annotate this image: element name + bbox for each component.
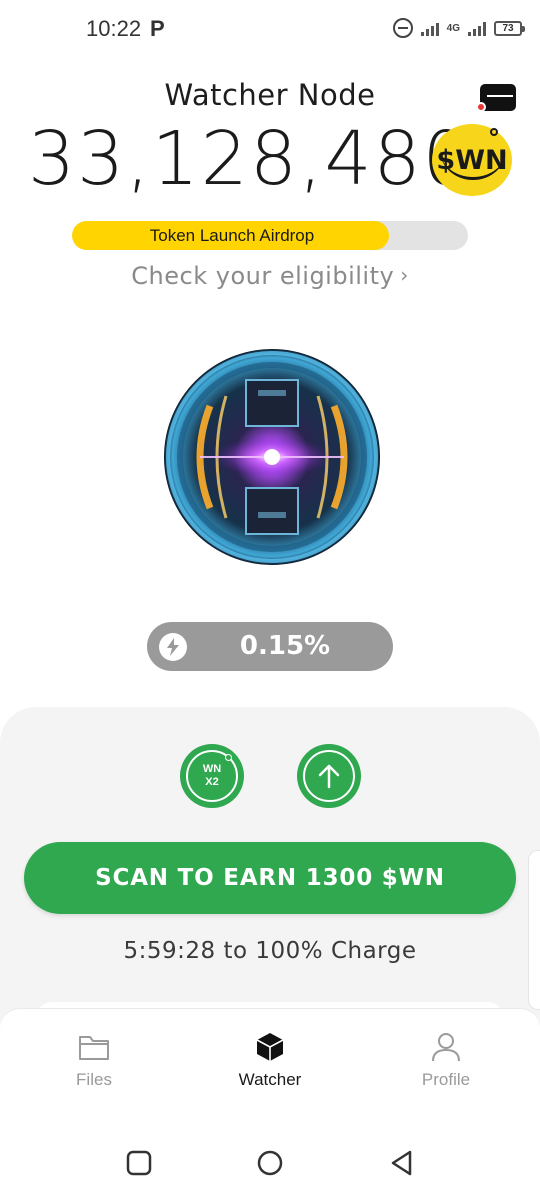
recents-icon[interactable]: [125, 1149, 153, 1177]
signal-icon-2: [468, 20, 486, 36]
coin-dot: [490, 128, 498, 136]
check-eligibility-link[interactable]: Check your eligibility ›: [0, 262, 540, 290]
charge-percent: 0.15%: [239, 631, 331, 661]
cube-icon: [210, 1030, 330, 1064]
upgrade-button[interactable]: [297, 744, 361, 808]
multiplier-label-top: WN: [202, 763, 222, 775]
back-icon[interactable]: [388, 1149, 416, 1177]
status-bar: 10:22 P 4G 73: [0, 0, 540, 62]
side-drawer-handle[interactable]: [528, 850, 540, 1010]
page-title: Watcher Node: [164, 78, 376, 112]
notification-dot: [476, 102, 486, 112]
user-icon: [386, 1030, 506, 1064]
nav-item-watcher[interactable]: Watcher: [210, 1030, 330, 1090]
wallet-icon[interactable]: [476, 80, 518, 112]
signal-icon: [420, 20, 439, 36]
nav-label-watcher: Watcher: [238, 1070, 302, 1089]
coin-dot-icon: [225, 754, 232, 761]
carrier-p-icon: P: [150, 16, 165, 41]
multiplier-boost-button[interactable]: WN X2: [180, 744, 244, 808]
status-icons: 4G 73: [392, 18, 525, 38]
folder-icon: [34, 1030, 154, 1064]
status-time: 10:22: [86, 16, 142, 41]
nav-label-profile: Profile: [421, 1070, 471, 1089]
nav-item-files[interactable]: Files: [34, 1030, 154, 1090]
lightning-icon: [159, 633, 187, 661]
watcher-orb-image[interactable]: [160, 346, 384, 568]
multiplier-label-bottom: X2: [205, 776, 219, 788]
token-balance: 33,128,480: [28, 116, 472, 202]
charge-level-pill: 0.15%: [147, 622, 393, 671]
eligibility-label: Check your eligibility: [131, 262, 395, 290]
arrow-up-icon: [303, 750, 355, 802]
nav-label-files: Files: [76, 1070, 112, 1089]
wn-coin-icon: $WN: [432, 124, 512, 196]
home-icon[interactable]: [256, 1149, 284, 1177]
network-type: 4G: [446, 22, 460, 34]
do-not-disturb-icon: [392, 18, 413, 38]
scan-to-earn-button[interactable]: SCAN TO EARN 1300 $WN: [24, 842, 516, 914]
chevron-right-icon: ›: [400, 263, 409, 287]
charge-countdown: 5:59:28 to 100% Charge: [123, 938, 417, 964]
airdrop-label: Token Launch Airdrop: [149, 226, 315, 245]
battery-icon: 73: [494, 20, 525, 36]
airdrop-progress-bar[interactable]: Token Launch Airdrop: [72, 221, 468, 250]
nav-item-profile[interactable]: Profile: [386, 1030, 506, 1090]
